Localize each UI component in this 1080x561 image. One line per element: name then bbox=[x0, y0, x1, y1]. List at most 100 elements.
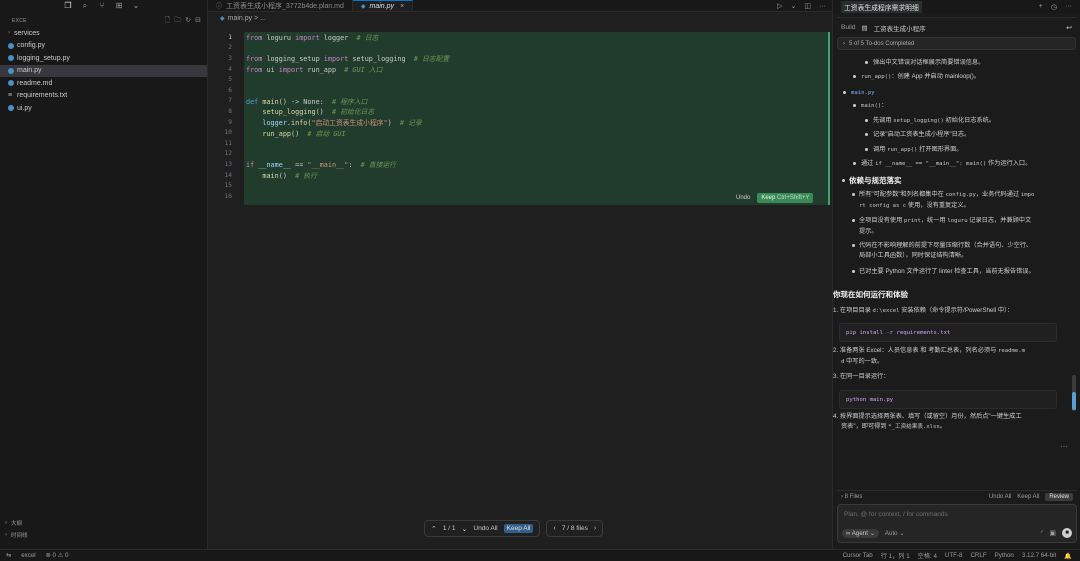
outline-section[interactable]: › 大纲 bbox=[0, 517, 208, 529]
status-interpreter[interactable]: 3.12.7 64-bit bbox=[1022, 552, 1056, 559]
line-number: 7 bbox=[228, 97, 232, 105]
files-bar: › 8 Files Undo All Keep All Review bbox=[837, 490, 1077, 503]
chat-panel: 工资表生成程序需求明细 + ◷ ··· Build ▤ 工资表生成小程序 ↩ ›… bbox=[832, 0, 1080, 549]
status-encoding[interactable]: UTF-8 bbox=[945, 552, 963, 559]
status-workspace[interactable]: excel bbox=[21, 552, 35, 559]
tab-main-py[interactable]: ◆ main.py × bbox=[352, 0, 414, 11]
timeline-section[interactable]: › 时间线 bbox=[0, 529, 208, 541]
code-editor[interactable]: 1 from loguru import logger # 日志 2 3 fro… bbox=[208, 32, 830, 205]
breadcrumb: ◆ main.py > ... bbox=[208, 12, 832, 24]
status-position[interactable]: 行 1，列 1 bbox=[881, 551, 910, 560]
code-line: 8 setup_logging() # 初始化日志 bbox=[208, 106, 830, 117]
code-block[interactable]: pip install -r requirements.txt bbox=[839, 323, 1057, 342]
bell-icon[interactable]: 🔔 bbox=[1064, 552, 1072, 560]
tree-item-requirements[interactable]: ≡ requirements.txt bbox=[0, 90, 207, 103]
status-indent[interactable]: 空格: 4 bbox=[918, 551, 937, 560]
keep-all-button[interactable]: Keep All bbox=[503, 524, 534, 533]
model-select[interactable]: Auto ⌄ bbox=[885, 530, 905, 537]
image-icon[interactable]: ▣ bbox=[1049, 529, 1056, 537]
tree-item-readme[interactable]: readme.md bbox=[0, 77, 207, 90]
tree-item-services[interactable]: › services bbox=[0, 27, 207, 40]
agent-mode-select[interactable]: ∞ Agent ⌄ bbox=[842, 528, 879, 538]
explorer-title: EXCE bbox=[12, 18, 27, 24]
undo-all-button[interactable]: Undo All bbox=[473, 525, 497, 532]
history-icon[interactable]: ◷ bbox=[1051, 3, 1057, 11]
chat-input[interactable]: Plan, @ for context, / for commands ∞ Ag… bbox=[837, 504, 1077, 543]
search-icon[interactable]: ⌕ bbox=[81, 2, 89, 10]
breadcrumb-path[interactable]: main.py > ... bbox=[228, 15, 266, 22]
chat-scrollbar-thumb[interactable] bbox=[1072, 392, 1076, 410]
run-icon[interactable]: ▷ bbox=[777, 2, 782, 10]
status-cursor-tab[interactable]: Cursor Tab bbox=[843, 552, 873, 559]
more-icon[interactable]: ··· bbox=[1065, 3, 1072, 11]
chevron-down-icon[interactable]: ⌄ bbox=[791, 2, 797, 10]
remote-icon[interactable]: ⇆ bbox=[6, 552, 11, 559]
new-folder-icon[interactable]: 🗀 bbox=[174, 16, 181, 27]
status-language[interactable]: Python bbox=[995, 552, 1014, 559]
file-tree: › services config.py logging_setup.py ma… bbox=[0, 27, 207, 115]
code-line: 7 def main() -> None: # 程序入口 bbox=[208, 96, 830, 107]
new-file-icon[interactable]: 🗋 bbox=[165, 16, 171, 27]
split-editor-icon[interactable]: ◫ bbox=[804, 2, 811, 10]
chevron-right-icon: › bbox=[843, 40, 845, 47]
chevron-down-icon[interactable]: ⌄ bbox=[132, 2, 140, 10]
tab-plan-md[interactable]: ⓘ 工资表生成小程序_3772b4de.plan.md bbox=[208, 0, 353, 11]
chat-title-tab[interactable]: 工资表生成程序需求明细 bbox=[841, 0, 922, 13]
close-icon[interactable]: × bbox=[400, 3, 404, 10]
keep-button[interactable]: Keep Ctrl+Shift+Y bbox=[757, 193, 814, 203]
line-number: 16 bbox=[224, 192, 232, 200]
build-header: Build ▤ 工资表生成小程序 ↩ bbox=[837, 17, 1076, 37]
tree-item-logging-setup[interactable]: logging_setup.py bbox=[0, 52, 207, 65]
chevron-down-icon[interactable]: ⌄ bbox=[462, 525, 468, 533]
undo-button[interactable]: Undo bbox=[733, 194, 753, 202]
source-control-icon[interactable]: ⑂ bbox=[98, 2, 106, 10]
line-number: 10 bbox=[224, 129, 232, 137]
plus-icon[interactable]: + bbox=[1039, 3, 1043, 11]
copy-icon[interactable]: ❐ bbox=[64, 2, 72, 10]
chevron-left-icon[interactable]: ‹ bbox=[553, 525, 555, 532]
review-button[interactable]: Review bbox=[1045, 493, 1073, 501]
tree-item-ui[interactable]: ui.py bbox=[0, 102, 207, 115]
tree-item-label: main.py bbox=[17, 67, 42, 75]
inline-diff-actions: Undo Keep Ctrl+Shift+Y bbox=[733, 193, 814, 203]
status-eol[interactable]: CRLF bbox=[970, 552, 986, 559]
build-title[interactable]: 工资表生成小程序 bbox=[874, 23, 926, 33]
info-file-icon bbox=[8, 80, 14, 87]
bullet-item: 记录"启动工资表生成小程序"日志。 bbox=[865, 130, 970, 140]
todos-summary[interactable]: › 5 of 5 To-dos Completed bbox=[837, 37, 1076, 50]
line-number: 4 bbox=[228, 65, 232, 73]
undo-icon[interactable]: ↩ bbox=[1066, 24, 1072, 32]
collapse-icon[interactable]: ⊟ bbox=[195, 16, 201, 27]
line-number: 11 bbox=[224, 139, 232, 147]
code-line: 3 from logging_setup import setup_loggin… bbox=[208, 53, 830, 64]
more-icon[interactable]: ··· bbox=[1060, 442, 1068, 451]
python-file-icon bbox=[8, 42, 14, 49]
chevron-right-icon[interactable]: › bbox=[594, 525, 596, 532]
bullet-item: 已对主要 Python 文件运行了 linter 检查工具，当前无报告错误。 bbox=[852, 267, 1065, 277]
line-number: 1 bbox=[228, 33, 232, 41]
info-file-icon: ⓘ bbox=[216, 4, 223, 10]
undo-all-files-button[interactable]: Undo All bbox=[989, 494, 1011, 500]
code-line: 6 bbox=[208, 85, 830, 96]
status-problems[interactable]: ⊗ 0 ⚠ 0 bbox=[46, 552, 69, 559]
code-line: 4 from ui import run_app # GUI 入口 bbox=[208, 64, 830, 75]
stop-icon[interactable]: ■ bbox=[1062, 528, 1072, 538]
files-toggle[interactable]: › 8 Files bbox=[841, 494, 862, 500]
files-count: 8 Files bbox=[844, 494, 863, 500]
keep-all-files-button[interactable]: Keep All bbox=[1017, 494, 1039, 500]
code-block[interactable]: python main.py bbox=[839, 390, 1057, 409]
chat-message: 弹出中文错误对话框展示简要错误信息。 run_app()：创建 App 并启动 … bbox=[833, 56, 1073, 456]
file-navigator: ‹ 7 / 8 files › bbox=[546, 520, 604, 537]
file-counter: 7 / 8 files bbox=[561, 525, 588, 532]
refresh-icon[interactable]: ↻ bbox=[185, 16, 191, 27]
step-item: 4. 按界面提示选择两张表、填写（或留空）月份，然后点"一键生成工 资表"，即可得… bbox=[833, 413, 1022, 430]
line-number: 8 bbox=[228, 107, 232, 115]
more-icon[interactable]: ··· bbox=[819, 3, 826, 10]
tree-item-main[interactable]: main.py bbox=[0, 64, 207, 77]
bullet-item: 通过 if __name__ == "__main__": main() 作为运… bbox=[853, 159, 1031, 170]
tree-item-config[interactable]: config.py bbox=[0, 40, 207, 53]
bullet-item: 全项目没有使用 print，统一用 loguru 记录日志，并兼顾中文 提示。 bbox=[852, 216, 1065, 236]
bullet-item: 代码在不影响理解的前提下尽量压缩行数（合并语句、少空行、 局部小工具函数），同时保… bbox=[852, 241, 1065, 260]
extensions-icon[interactable]: ⊞ bbox=[115, 2, 123, 10]
chevron-up-icon[interactable]: ⌃ bbox=[431, 525, 437, 533]
